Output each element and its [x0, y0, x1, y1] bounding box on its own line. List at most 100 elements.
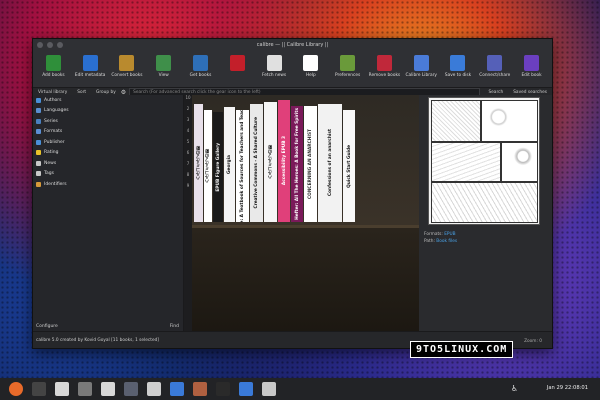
toolbar-icon-8: [340, 55, 356, 71]
toolbar-label: View: [158, 73, 169, 78]
toolbar-button-12[interactable]: Connect/share: [476, 53, 513, 78]
toolbar-button-2[interactable]: Convert books: [109, 53, 146, 78]
category-icon: [36, 181, 41, 187]
toolbar-icon-9: [376, 55, 392, 71]
store-icon[interactable]: [170, 382, 184, 396]
toolbar-label: Add books: [42, 73, 65, 78]
web-icon[interactable]: [239, 382, 253, 396]
book-spine-4[interactable]: Children's Literature: A Textbook of Sou…: [236, 110, 249, 222]
settings-icon[interactable]: [193, 382, 207, 396]
toolbar-button-6[interactable]: Fetch news: [256, 53, 293, 78]
path-label: Path:: [424, 239, 435, 244]
formats-label: Formats:: [424, 232, 443, 237]
accessibility-icon[interactable]: ♿: [511, 384, 518, 393]
taskbar: ♿ Jan 29 22:08:01: [0, 378, 600, 400]
book-spine-6[interactable]: ハルコミルフの影: [264, 102, 277, 222]
toolbar-button-11[interactable]: Save to disk: [440, 53, 477, 78]
monitor-icon[interactable]: [124, 382, 138, 396]
book-spine-8[interactable]: Hefter: All The Heroes: A Book for Free …: [291, 106, 303, 222]
tag-category-2[interactable]: Series: [33, 116, 183, 127]
toolbar-icon-5: [229, 55, 245, 71]
tag-category-3[interactable]: Formats: [33, 127, 183, 138]
steam-icon[interactable]: [216, 382, 230, 396]
screenshot-icon[interactable]: [147, 382, 161, 396]
category-icon: [36, 108, 41, 114]
toolbar-button-3[interactable]: View: [145, 53, 182, 78]
configure-button[interactable]: Configure: [36, 324, 58, 329]
files-icon[interactable]: [55, 382, 69, 396]
toolbar-button-1[interactable]: Edit metadata: [72, 53, 109, 78]
toolbar-icon-12: [487, 55, 503, 71]
toolbar-button-8[interactable]: Preferences: [329, 53, 366, 78]
book-title: EPUB Figure Gallery: [215, 142, 221, 192]
category-icon: [36, 160, 41, 166]
row-number: 5: [186, 139, 190, 144]
toolbar-icon-6: [266, 55, 282, 71]
tag-category-label: Publisher: [44, 139, 65, 145]
book-spine-10[interactable]: Confessions of an anarchist: [318, 104, 342, 222]
toolbar-button-5[interactable]: [219, 53, 256, 73]
tag-category-0[interactable]: Authors: [33, 95, 183, 106]
tag-category-label: Identifiers: [44, 181, 67, 187]
tag-category-7[interactable]: Tags: [33, 169, 183, 180]
tag-category-5[interactable]: Rating: [33, 148, 183, 159]
tag-category-4[interactable]: Publisher: [33, 137, 183, 148]
toolbar-label: Fetch news: [262, 73, 287, 78]
book-title: ハルコミルフの影: [267, 144, 273, 180]
terminal-icon[interactable]: [32, 382, 46, 396]
row-number: 4: [186, 128, 190, 133]
book-title: Georgia: [227, 155, 232, 174]
zoom-indicator: Zoom: 0: [524, 339, 542, 344]
book-spine-2[interactable]: EPUB Figure Gallery: [213, 112, 223, 222]
shelf: ハルコミルフの影 ハルコミルフの影 EPUB Figure Gallery Georg…: [192, 95, 419, 225]
toolbar-label: Calibre Library: [405, 73, 437, 78]
toolbar-button-9[interactable]: Remove books: [366, 53, 403, 78]
firefox-icon[interactable]: [9, 382, 23, 396]
toolbar-button-4[interactable]: Get books: [182, 53, 219, 78]
tag-category-6[interactable]: News: [33, 158, 183, 169]
toolbar-icon-11: [450, 55, 466, 71]
window-title: calibre — || Calibre Library ||: [256, 42, 329, 48]
find-button[interactable]: Find: [170, 324, 179, 329]
toolbar-icon-10: [413, 55, 429, 71]
row-number: 8: [186, 172, 190, 177]
clock[interactable]: Jan 29 22:08:01: [547, 385, 588, 391]
apps-icon[interactable]: [78, 382, 92, 396]
toolbar-button-10[interactable]: Calibre Library: [403, 53, 440, 78]
book-spine-11[interactable]: Quick Start Guide: [343, 110, 355, 222]
book-title: Children's Literature: A Textbook of Sou…: [240, 110, 245, 222]
book-spine-5[interactable]: Creative Commons - A Shared Culture: [250, 104, 263, 222]
shelf-board: [192, 225, 419, 348]
status-text: calibre 5.0 created by Kovid Goyal [11 b…: [36, 337, 159, 343]
path-link[interactable]: Book files: [436, 239, 457, 244]
toolbar-icon-2: [119, 55, 135, 71]
book-cover[interactable]: [428, 97, 540, 225]
book-spine-9[interactable]: CONCERNING AN ANARCHIST: [304, 106, 317, 222]
calibre-icon[interactable]: [262, 382, 276, 396]
book-spine-7[interactable]: Accessibility EPUB 3: [278, 100, 290, 222]
titlebar: calibre — || Calibre Library ||: [33, 39, 552, 51]
tag-category-8[interactable]: Identifiers: [33, 179, 183, 190]
toolbar-button-13[interactable]: Edit book: [513, 53, 550, 78]
formats-link[interactable]: EPUB: [444, 232, 455, 237]
book-title: Quick Start Guide: [346, 144, 352, 188]
tag-category-1[interactable]: Languages: [33, 106, 183, 117]
row-number: 10: [185, 95, 191, 100]
text-icon[interactable]: [101, 382, 115, 396]
toolbar-button-0[interactable]: Add books: [35, 53, 72, 78]
main-toolbar: Add books Edit metadata Convert books View G…: [33, 51, 552, 87]
book-title: CONCERNING AN ANARCHIST: [308, 129, 313, 199]
book-spine-0[interactable]: ハルコミルフの影: [194, 104, 203, 222]
book-spine-3[interactable]: Georgia: [224, 107, 235, 222]
toolbar-button-7[interactable]: Help: [292, 53, 329, 78]
toolbar-label: Edit book: [521, 73, 542, 78]
tag-category-label: Languages: [44, 108, 69, 114]
book-details: Formats: EPUB Path: Book files: [419, 95, 552, 332]
toolbar-label: Remove books: [368, 73, 401, 78]
row-number: 6: [186, 150, 190, 155]
watermark: 9TO5LINUX.COM: [410, 341, 514, 358]
category-icon: [36, 139, 41, 145]
toolbar-label: Save to disk: [444, 73, 472, 78]
book-spine-1[interactable]: ハルコミルフの影: [204, 110, 212, 222]
toolbar-icon-4: [193, 55, 209, 71]
